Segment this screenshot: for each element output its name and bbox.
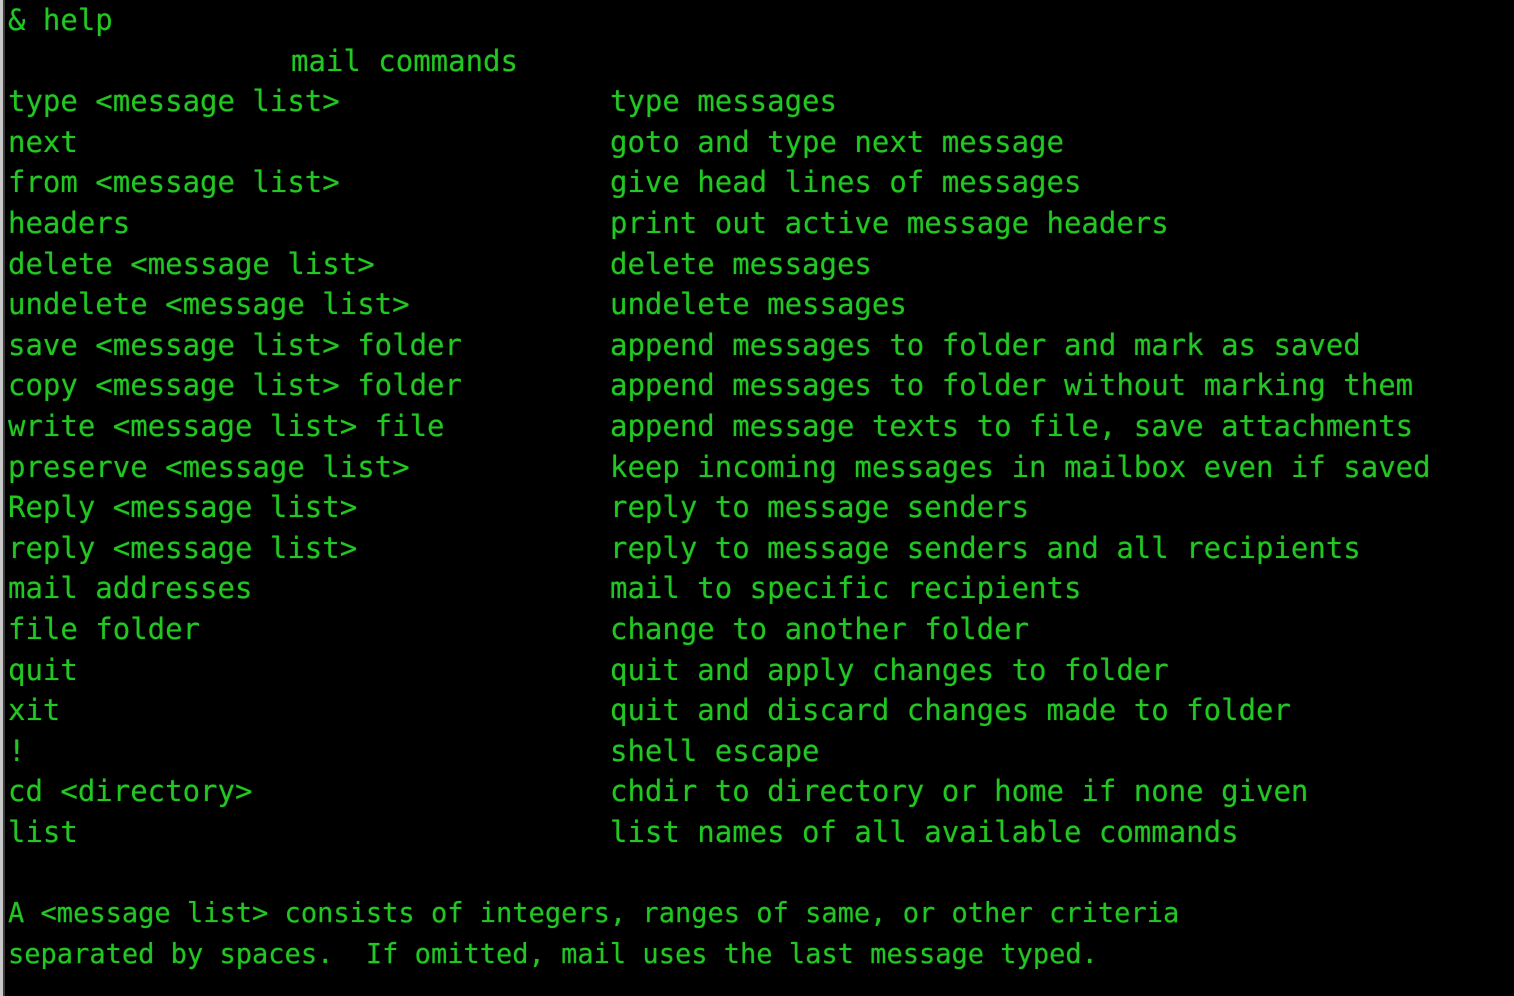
command-description: chdir to directory or home if none given <box>610 774 1309 809</box>
command-description: type messages <box>610 84 837 119</box>
command-row: write <message list> file append message… <box>5 406 1514 447</box>
command-syntax: delete <message list> <box>8 246 375 281</box>
footer-text-line-1: A <message list> consists of integers, r… <box>8 896 1180 930</box>
command-description: keep incoming messages in mailbox even i… <box>610 449 1431 484</box>
command-description: give head lines of messages <box>610 165 1082 200</box>
window-left-border-shadow <box>3 0 5 996</box>
command-syntax: cd <directory> <box>8 774 253 809</box>
command-syntax: type <message list> <box>8 84 340 119</box>
command-row: ! shell escape <box>5 731 1514 772</box>
terminal-screen[interactable]: & help mail commands type <message list>… <box>5 0 1514 996</box>
prompt-command-text: & help <box>8 3 113 37</box>
help-heading: mail commands <box>291 43 518 78</box>
command-description: reply to message senders and all recipie… <box>610 530 1361 565</box>
command-row: headers print out active message headers <box>5 203 1514 244</box>
command-syntax: quit <box>8 652 78 687</box>
command-row: type <message list> type messages <box>5 81 1514 122</box>
command-row: mail addresses mail to specific recipien… <box>5 568 1514 609</box>
command-syntax: preserve <message list> <box>8 449 410 484</box>
command-description: append messages to folder and mark as sa… <box>610 327 1361 362</box>
command-description: goto and type next message <box>610 124 1064 159</box>
command-row: file folder change to another folder <box>5 609 1514 650</box>
command-syntax: write <message list> file <box>8 408 445 443</box>
command-syntax: Reply <message list> <box>8 490 358 525</box>
command-syntax: xit <box>8 693 61 728</box>
terminal-window[interactable]: & help mail commands type <message list>… <box>0 0 1514 996</box>
command-description: list names of all available commands <box>610 814 1239 849</box>
command-row: Reply <message list> reply to message se… <box>5 487 1514 528</box>
terminal-line-prompt: & help <box>5 0 1514 41</box>
command-description: quit and apply changes to folder <box>610 652 1169 687</box>
command-row: delete <message list> delete messages <box>5 244 1514 285</box>
command-row: from <message list> give head lines of m… <box>5 162 1514 203</box>
command-syntax: ! <box>8 733 26 768</box>
command-row: list list names of all available command… <box>5 812 1514 853</box>
command-syntax: file folder <box>8 611 201 646</box>
footer-text-line-2: separated by spaces. If omitted, mail us… <box>8 936 1098 970</box>
command-row: save <message list> folder append messag… <box>5 325 1514 366</box>
command-description: undelete messages <box>610 287 907 322</box>
command-description: append message texts to file, save attac… <box>610 408 1414 443</box>
terminal-line-heading: mail commands <box>5 41 1514 82</box>
command-description: append messages to folder without markin… <box>610 368 1414 403</box>
command-description: print out active message headers <box>610 205 1169 240</box>
command-syntax: copy <message list> folder <box>8 368 462 403</box>
command-row: preserve <message list> keep incoming me… <box>5 447 1514 488</box>
command-row: reply <message list> reply to message se… <box>5 528 1514 569</box>
command-syntax: next <box>8 124 78 159</box>
command-description: reply to message senders <box>610 490 1030 525</box>
command-row: next goto and type next message <box>5 122 1514 163</box>
command-row: xit quit and discard changes made to fol… <box>5 690 1514 731</box>
command-syntax: from <message list> <box>8 165 340 200</box>
command-row: copy <message list> folder append messag… <box>5 365 1514 406</box>
command-description: delete messages <box>610 246 872 281</box>
command-description: change to another folder <box>610 611 1030 646</box>
command-row: undelete <message list> undelete message… <box>5 284 1514 325</box>
command-row: quit quit and apply changes to folder <box>5 650 1514 691</box>
command-syntax: undelete <message list> <box>8 287 410 322</box>
command-syntax: headers <box>8 205 131 240</box>
footer-line: A <message list> consists of integers, r… <box>5 893 1514 934</box>
command-syntax: list <box>8 814 78 849</box>
command-description: mail to specific recipients <box>610 571 1082 606</box>
command-row: cd <directory> chdir to directory or hom… <box>5 771 1514 812</box>
command-description: shell escape <box>610 733 820 768</box>
command-description: quit and discard changes made to folder <box>610 693 1291 728</box>
command-syntax: mail addresses <box>8 571 253 606</box>
command-syntax: save <message list> folder <box>8 327 462 362</box>
command-syntax: reply <message list> <box>8 530 358 565</box>
footer-line: separated by spaces. If omitted, mail us… <box>5 934 1514 975</box>
